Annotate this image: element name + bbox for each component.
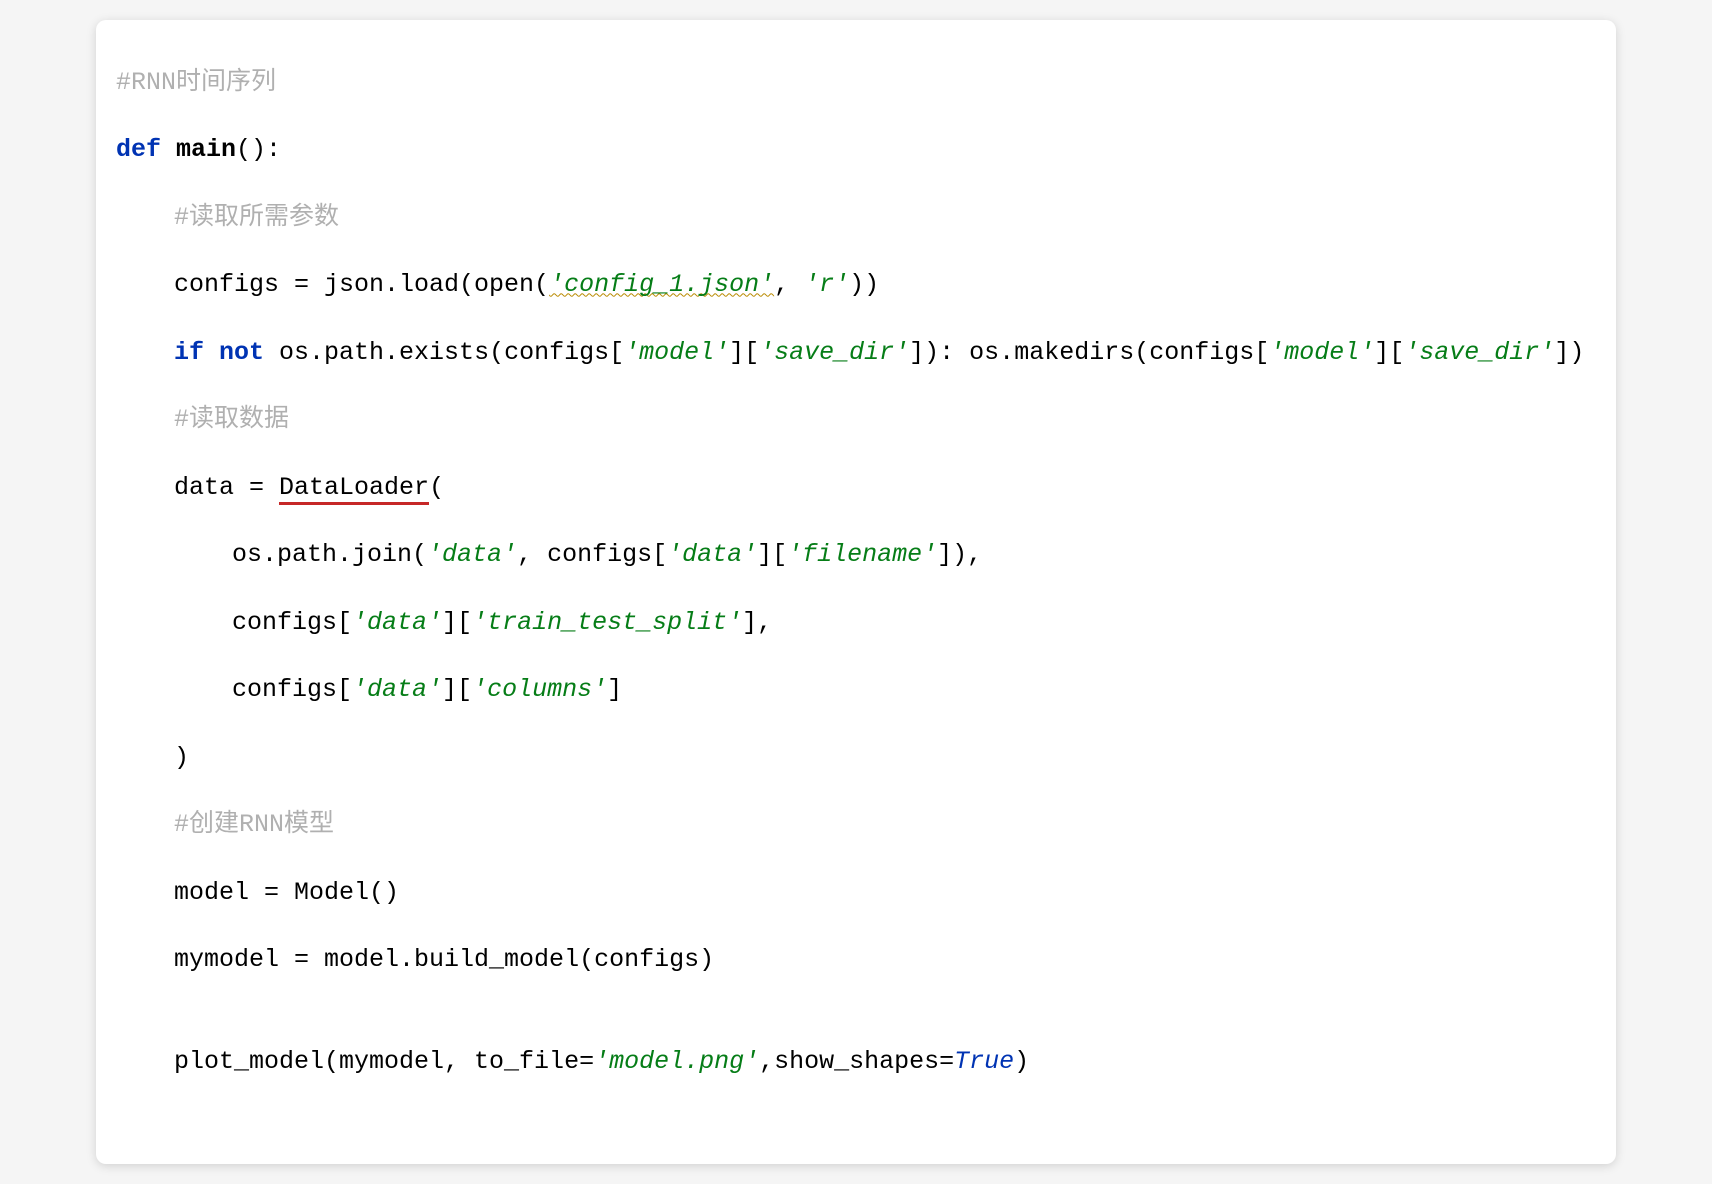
code-text: os.path.exists(configs[ bbox=[279, 338, 624, 367]
code-editor-panel: − #RNN时间序列 def main(): #读取所需参数 configs =… bbox=[96, 20, 1616, 1164]
string-literal: 'config_1.json' bbox=[549, 270, 774, 299]
code-text: ,show_shapes= bbox=[759, 1047, 954, 1076]
code-text: ( bbox=[429, 473, 444, 502]
string-literal: 'data' bbox=[427, 540, 517, 569]
bool-literal: True bbox=[954, 1047, 1014, 1076]
code-comment: #创建RNN模型 bbox=[174, 810, 334, 839]
keyword-not: not bbox=[219, 338, 279, 367]
code-text: data = bbox=[174, 473, 279, 502]
string-literal: 'save_dir' bbox=[1404, 338, 1554, 367]
string-literal: 'data' bbox=[352, 608, 442, 637]
string-literal: 'save_dir' bbox=[759, 338, 909, 367]
code-text: ]): os.makedirs(configs[ bbox=[909, 338, 1269, 367]
code-text: ) bbox=[1014, 1047, 1029, 1076]
code-text: , configs[ bbox=[517, 540, 667, 569]
code-text: mymodel = model.build_model(configs) bbox=[174, 945, 714, 974]
string-literal: 'data' bbox=[352, 675, 442, 704]
code-text: ) bbox=[174, 743, 189, 772]
code-text: ]) bbox=[1554, 338, 1584, 367]
code-text: configs = json.load(open( bbox=[174, 270, 549, 299]
string-literal: 'model' bbox=[624, 338, 729, 367]
string-literal: 'model.png' bbox=[594, 1047, 759, 1076]
string-literal: 'columns' bbox=[472, 675, 607, 704]
keyword-if: if bbox=[174, 338, 219, 367]
code-text: ][ bbox=[442, 608, 472, 637]
class-name-error: DataLoader bbox=[279, 473, 429, 505]
string-literal: 'filename' bbox=[787, 540, 937, 569]
code-text: ][ bbox=[729, 338, 759, 367]
code-text: plot_model(mymodel, to_file= bbox=[174, 1047, 594, 1076]
code-comment: #RNN时间序列 bbox=[116, 68, 276, 97]
code-area[interactable]: #RNN时间序列 def main(): #读取所需参数 configs = j… bbox=[116, 32, 1596, 1146]
code-text: )) bbox=[849, 270, 879, 299]
code-text: configs[ bbox=[232, 608, 352, 637]
keyword-def: def bbox=[116, 135, 176, 164]
code-text: (): bbox=[236, 135, 281, 164]
code-text: ]), bbox=[937, 540, 982, 569]
string-literal: 'model' bbox=[1269, 338, 1374, 367]
code-text: ][ bbox=[442, 675, 472, 704]
code-text: ] bbox=[607, 675, 622, 704]
code-text: os.path.join( bbox=[232, 540, 427, 569]
code-text: , bbox=[774, 270, 804, 299]
code-text: ], bbox=[742, 608, 772, 637]
function-name: main bbox=[176, 135, 236, 164]
code-comment: #读取数据 bbox=[174, 405, 289, 434]
code-text: ][ bbox=[757, 540, 787, 569]
code-text: ][ bbox=[1374, 338, 1404, 367]
code-text: model = Model() bbox=[174, 878, 399, 907]
code-comment: #读取所需参数 bbox=[174, 203, 339, 232]
string-literal: 'data' bbox=[667, 540, 757, 569]
string-literal: 'train_test_split' bbox=[472, 608, 742, 637]
code-text: configs[ bbox=[232, 675, 352, 704]
string-literal: 'r' bbox=[804, 270, 849, 299]
